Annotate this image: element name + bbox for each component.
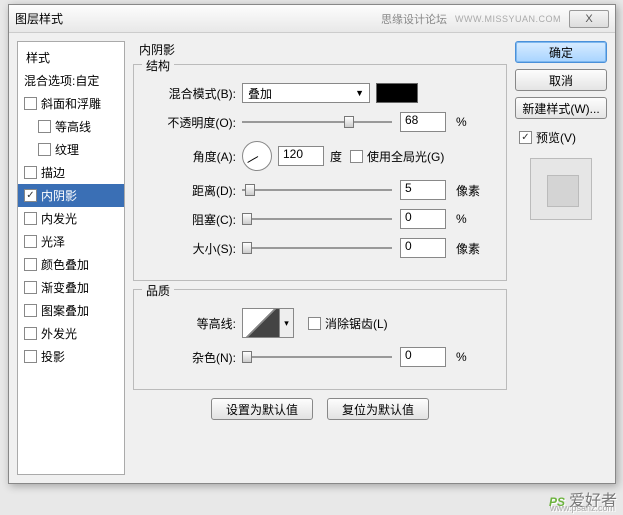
checkbox[interactable] xyxy=(24,281,37,294)
checkbox[interactable] xyxy=(38,143,51,156)
blend-mode-dropdown[interactable]: 叠加▼ xyxy=(242,83,370,103)
quality-fieldset: 品质 等高线: ▾ 消除锯齿(L) 杂色(N): 0 % xyxy=(133,289,507,390)
contour-dropdown-icon[interactable]: ▾ xyxy=(280,308,294,338)
checkbox[interactable] xyxy=(24,258,37,271)
checkbox[interactable] xyxy=(24,235,37,248)
opacity-slider[interactable] xyxy=(242,114,392,130)
style-texture[interactable]: 纹理 xyxy=(18,138,124,161)
structure-fieldset: 结构 混合模式(B): 叠加▼ 不透明度(O): 68 % 角度(A): 120… xyxy=(133,64,507,281)
size-label: 大小(S): xyxy=(146,240,242,257)
noise-input[interactable]: 0 xyxy=(400,347,446,367)
style-gradient-overlay[interactable]: 渐变叠加 xyxy=(18,276,124,299)
antialias-label: 消除锯齿(L) xyxy=(325,315,388,332)
styles-header[interactable]: 样式 xyxy=(18,46,124,69)
settings-panel: 内阴影 结构 混合模式(B): 叠加▼ 不透明度(O): 68 % 角度(A): xyxy=(133,41,507,475)
checkbox[interactable] xyxy=(24,304,37,317)
reset-default-button[interactable]: 复位为默认值 xyxy=(327,398,429,420)
titlebar: 图层样式 思缘设计论坛 WWW.MISSYUAN.COM X xyxy=(9,5,615,33)
shadow-color-swatch[interactable] xyxy=(376,83,418,103)
style-inner-glow[interactable]: 内发光 xyxy=(18,207,124,230)
choke-input[interactable]: 0 xyxy=(400,209,446,229)
style-outer-glow[interactable]: 外发光 xyxy=(18,322,124,345)
noise-slider[interactable] xyxy=(242,349,392,365)
opacity-input[interactable]: 68 xyxy=(400,112,446,132)
contour-picker[interactable] xyxy=(242,308,280,338)
cancel-button[interactable]: 取消 xyxy=(515,69,607,91)
opacity-label: 不透明度(O): xyxy=(146,114,242,131)
preview-checkbox[interactable] xyxy=(519,131,532,144)
titlebar-subtitle: 思缘设计论坛 xyxy=(381,11,447,27)
checkbox[interactable] xyxy=(38,120,51,133)
style-drop-shadow[interactable]: 投影 xyxy=(18,345,124,368)
titlebar-url: WWW.MISSYUAN.COM xyxy=(455,14,561,24)
size-slider[interactable] xyxy=(242,240,392,256)
make-default-button[interactable]: 设置为默认值 xyxy=(211,398,313,420)
checkbox[interactable] xyxy=(24,327,37,340)
panel-title: 内阴影 xyxy=(139,41,507,58)
noise-label: 杂色(N): xyxy=(146,349,242,366)
global-light-checkbox[interactable] xyxy=(350,150,363,163)
distance-label: 距离(D): xyxy=(146,182,242,199)
distance-input[interactable]: 5 xyxy=(400,180,446,200)
distance-slider[interactable] xyxy=(242,182,392,198)
choke-label: 阻塞(C): xyxy=(146,211,242,228)
blending-options[interactable]: 混合选项:自定 xyxy=(18,69,124,92)
structure-legend: 结构 xyxy=(142,57,174,74)
checkbox[interactable] xyxy=(24,97,37,110)
style-color-overlay[interactable]: 颜色叠加 xyxy=(18,253,124,276)
contour-label: 等高线: xyxy=(146,315,242,332)
angle-dial[interactable] xyxy=(242,141,272,171)
close-button[interactable]: X xyxy=(569,10,609,28)
size-input[interactable]: 0 xyxy=(400,238,446,258)
angle-label: 角度(A): xyxy=(146,148,242,165)
styles-list: 样式 混合选项:自定 斜面和浮雕 等高线 纹理 描边 内阴影 内发光 光泽 颜色… xyxy=(17,41,125,475)
preview-label: 预览(V) xyxy=(536,129,576,146)
style-stroke[interactable]: 描边 xyxy=(18,161,124,184)
checkbox[interactable] xyxy=(24,350,37,363)
style-pattern-overlay[interactable]: 图案叠加 xyxy=(18,299,124,322)
global-light-label: 使用全局光(G) xyxy=(367,148,444,165)
dialog-title: 图层样式 xyxy=(15,10,63,27)
style-bevel[interactable]: 斜面和浮雕 xyxy=(18,92,124,115)
angle-input[interactable]: 120 xyxy=(278,146,324,166)
new-style-button[interactable]: 新建样式(W)... xyxy=(515,97,607,119)
action-panel: 确定 取消 新建样式(W)... 预览(V) xyxy=(515,41,607,475)
ok-button[interactable]: 确定 xyxy=(515,41,607,63)
checkbox[interactable] xyxy=(24,212,37,225)
caret-down-icon: ▼ xyxy=(355,88,364,98)
quality-legend: 品质 xyxy=(142,282,174,299)
watermark: PS 爱好者 www.psahz.com xyxy=(549,487,617,511)
blend-mode-label: 混合模式(B): xyxy=(146,85,242,102)
layer-style-dialog: 图层样式 思缘设计论坛 WWW.MISSYUAN.COM X 样式 混合选项:自… xyxy=(8,4,616,484)
checkbox[interactable] xyxy=(24,166,37,179)
antialias-checkbox[interactable] xyxy=(308,317,321,330)
style-contour[interactable]: 等高线 xyxy=(18,115,124,138)
preview-thumbnail xyxy=(530,158,592,220)
style-satin[interactable]: 光泽 xyxy=(18,230,124,253)
checkbox[interactable] xyxy=(24,189,37,202)
style-inner-shadow[interactable]: 内阴影 xyxy=(18,184,124,207)
choke-slider[interactable] xyxy=(242,211,392,227)
